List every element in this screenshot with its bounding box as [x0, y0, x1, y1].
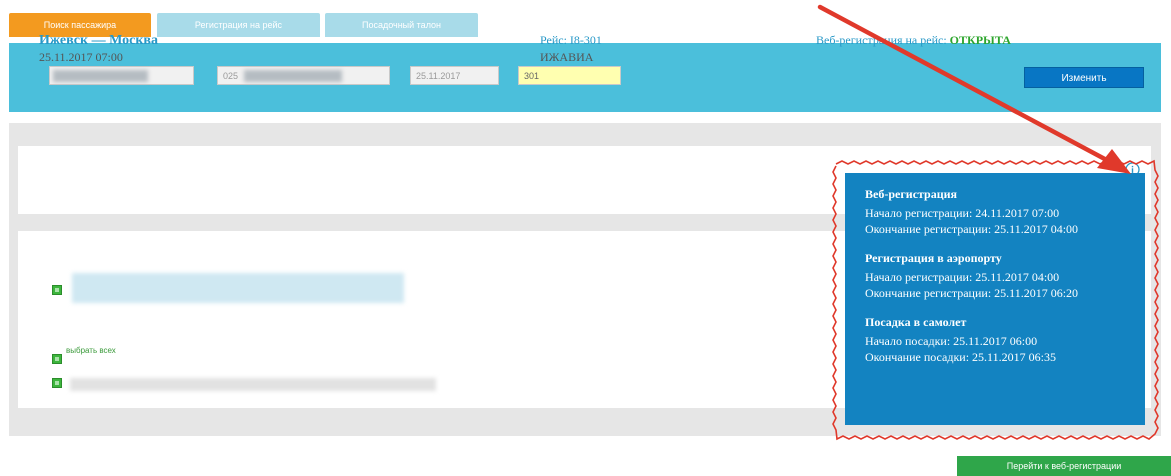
go-to-web-registration-button[interactable]: Перейти к веб-регистрации — [957, 456, 1171, 476]
annotation-arrow — [817, 4, 1119, 168]
annotation-arrow-head — [1097, 149, 1131, 174]
highlight-wavy-frame — [832, 159, 1159, 441]
annotation-overlay — [817, 4, 1159, 441]
